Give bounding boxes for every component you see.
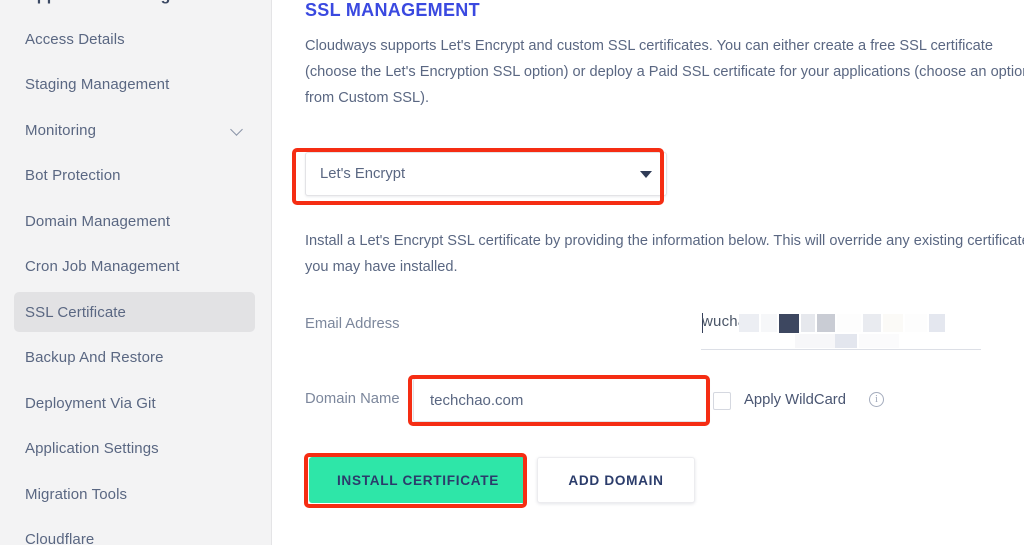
apply-wildcard-checkbox[interactable] <box>713 392 731 410</box>
sidebar-item-label: Access Details <box>25 30 125 48</box>
apply-wildcard-label: Apply WildCard <box>744 392 846 408</box>
email-address-row: Email Address <box>305 316 400 332</box>
sidebar-item-monitoring[interactable]: Monitoring <box>14 110 255 150</box>
sidebar-item-label: Monitoring <box>25 121 97 139</box>
email-redaction-overlay <box>739 310 989 350</box>
page-title: SSL MANAGEMENT <box>305 0 480 20</box>
intro-paragraph: Cloudways supports Let's Encrypt and cus… <box>305 38 1024 106</box>
howto-paragraph: Install a Let's Encrypt SSL certificate … <box>305 233 1024 275</box>
sidebar-item-bot-protection[interactable]: Bot Protection <box>14 155 255 195</box>
sidebar-item-deployment-via-git[interactable]: Deployment Via Git <box>14 383 255 423</box>
sidebar-item-backup-and-restore[interactable]: Backup And Restore <box>14 337 255 377</box>
install-certificate-button[interactable]: INSTALL CERTIFICATE <box>309 457 527 503</box>
info-icon[interactable]: i <box>869 392 884 407</box>
sidebar-item-access-details[interactable]: Access Details <box>14 19 255 59</box>
sidebar-item-staging-management[interactable]: Staging Management <box>14 64 255 104</box>
domain-name-input[interactable]: techchao.com <box>413 378 709 422</box>
sidebar-item-domain-management[interactable]: Domain Management <box>14 201 255 241</box>
sidebar-item-label: Application Settings <box>25 439 159 457</box>
sidebar-item-label: Cron Job Management <box>25 257 180 275</box>
sidebar-heading: Application Management <box>25 0 219 5</box>
sidebar-item-label: Bot Protection <box>25 166 121 184</box>
sidebar-item-label: Cloudflare <box>25 530 95 545</box>
sidebar-item-cron-job-management[interactable]: Cron Job Management <box>14 246 255 286</box>
ssl-type-selected-value: Let's Encrypt <box>320 166 406 182</box>
ssl-type-select[interactable]: Let's Encrypt <box>305 152 667 196</box>
sidebar-item-application-settings[interactable]: Application Settings <box>14 428 255 468</box>
chevron-down-icon <box>231 124 244 137</box>
sidebar-item-label: Backup And Restore <box>25 348 164 366</box>
sidebar-item-label: SSL Certificate <box>25 303 126 321</box>
sidebar-item-label: Migration Tools <box>25 485 128 503</box>
domain-name-value: techchao.com <box>430 391 524 409</box>
add-domain-button[interactable]: ADD DOMAIN <box>537 457 695 503</box>
caret-down-icon <box>640 170 652 178</box>
email-address-label: Email Address <box>305 316 400 332</box>
main-content: SSL MANAGEMENT Cloudways supports Let's … <box>273 0 1024 545</box>
screen: Application Management Access Details St… <box>0 0 1024 545</box>
email-input-underline <box>701 349 981 350</box>
sidebar-item-cloudflare[interactable]: Cloudflare <box>14 519 255 545</box>
sidebar-item-label: Deployment Via Git <box>25 394 156 412</box>
sidebar-item-label: Staging Management <box>25 75 170 93</box>
sidebar-item-migration-tools[interactable]: Migration Tools <box>14 474 255 514</box>
sidebar-item-ssl-certificate[interactable]: SSL Certificate <box>14 292 255 332</box>
domain-name-label: Domain Name <box>305 391 400 407</box>
ssl-type-select-wrapper: Let's Encrypt <box>305 152 667 196</box>
sidebar: Application Management Access Details St… <box>0 0 272 545</box>
sidebar-item-label: Domain Management <box>25 212 171 230</box>
